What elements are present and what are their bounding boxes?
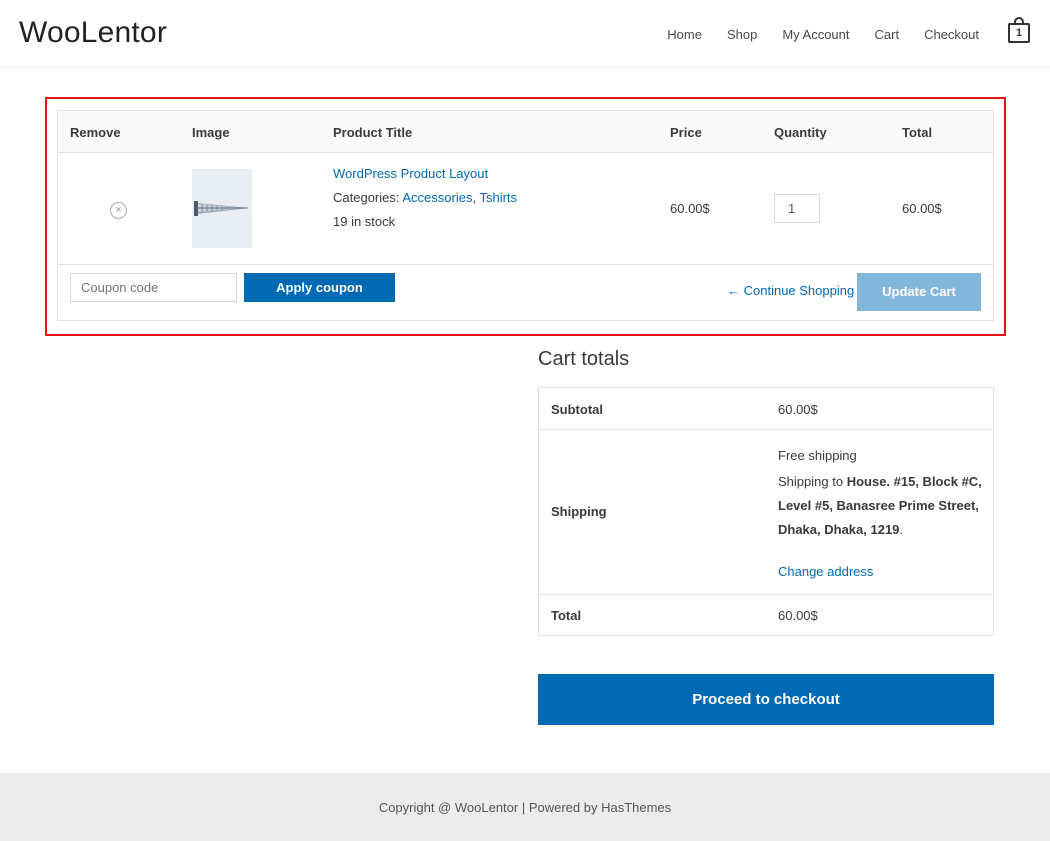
change-address-link[interactable]: Change address	[778, 564, 873, 579]
header-total: Total	[902, 125, 933, 140]
category-link-tshirts[interactable]: Tshirts	[479, 190, 517, 205]
product-categories: Categories: Accessories, Tshirts	[333, 190, 518, 205]
header-image: Image	[192, 125, 230, 140]
header-quantity: Quantity	[774, 125, 827, 140]
cart-count-badge: 1	[1008, 23, 1030, 43]
quantity-input[interactable]: 1	[774, 194, 820, 223]
coupon-code-input[interactable]: Coupon code	[70, 273, 237, 302]
stock-status: 19 in stock	[333, 214, 396, 229]
product-title-link[interactable]: WordPress Product Layout	[333, 166, 488, 181]
shipping-method: Free shipping	[778, 448, 857, 463]
subtotal-row: Subtotal 60.00$	[539, 388, 993, 430]
header-product-title: Product Title	[333, 125, 413, 140]
shipping-destination: Shipping to House. #15, Block #C, Level …	[778, 474, 982, 537]
cart-totals-title: Cart totals	[538, 348, 630, 370]
shipping-row: Shipping Free shipping Shipping to House…	[539, 430, 993, 595]
nav-shop[interactable]: Shop	[727, 27, 757, 42]
item-total: 60.00$	[902, 201, 942, 216]
shipping-details: Free shipping Shipping to House. #15, Bl…	[778, 444, 983, 542]
product-thumbnail[interactable]	[192, 169, 252, 248]
categories-label: Categories:	[333, 190, 400, 205]
main-nav: Home Shop My Account Cart Checkout 1	[667, 17, 1030, 43]
nav-cart[interactable]: Cart	[875, 27, 900, 42]
subtotal-value: 60.00$	[778, 402, 818, 417]
nav-my-account[interactable]: My Account	[782, 27, 849, 42]
remove-item-icon[interactable]: ×	[110, 202, 127, 219]
total-value: 60.00$	[778, 608, 818, 623]
footer-copyright: Copyright @ WooLentor | Powered by HasTh…	[378, 800, 672, 815]
category-link-accessories[interactable]: Accessories	[402, 190, 472, 205]
item-price: 60.00$	[670, 201, 710, 216]
header-price: Price	[670, 125, 702, 140]
subtotal-label: Subtotal	[551, 402, 603, 417]
shopping-bag-icon[interactable]: 1	[1008, 17, 1030, 43]
cart-table: Remove Image Product Title Price Quantit…	[57, 110, 994, 321]
nav-checkout[interactable]: Checkout	[924, 27, 979, 42]
update-cart-button[interactable]: Update Cart	[857, 273, 981, 311]
table-row: × WordPress Product Layout Categories: A…	[58, 153, 993, 265]
cart-table-header: Remove Image Product Title Price Quantit…	[58, 111, 993, 153]
shipping-label: Shipping	[551, 504, 607, 519]
order-total-row: Total 60.00$	[539, 595, 993, 636]
continue-shopping-link[interactable]: ← Continue Shopping	[727, 283, 854, 298]
site-footer: Copyright @ WooLentor | Powered by HasTh…	[0, 773, 1050, 841]
nav-home[interactable]: Home	[667, 27, 702, 42]
proceed-to-checkout-button[interactable]: Proceed to checkout	[538, 674, 994, 725]
cart-totals-table: Subtotal 60.00$ Shipping Free shipping S…	[538, 387, 994, 636]
header-remove: Remove	[70, 125, 121, 140]
total-label: Total	[551, 608, 582, 623]
site-header: WooLentor Home Shop My Account Cart Chec…	[0, 0, 1050, 68]
shipping-to-prefix: Shipping to	[778, 474, 844, 489]
apply-coupon-button[interactable]: Apply coupon	[244, 273, 395, 302]
site-logo[interactable]: WooLentor	[19, 16, 167, 50]
